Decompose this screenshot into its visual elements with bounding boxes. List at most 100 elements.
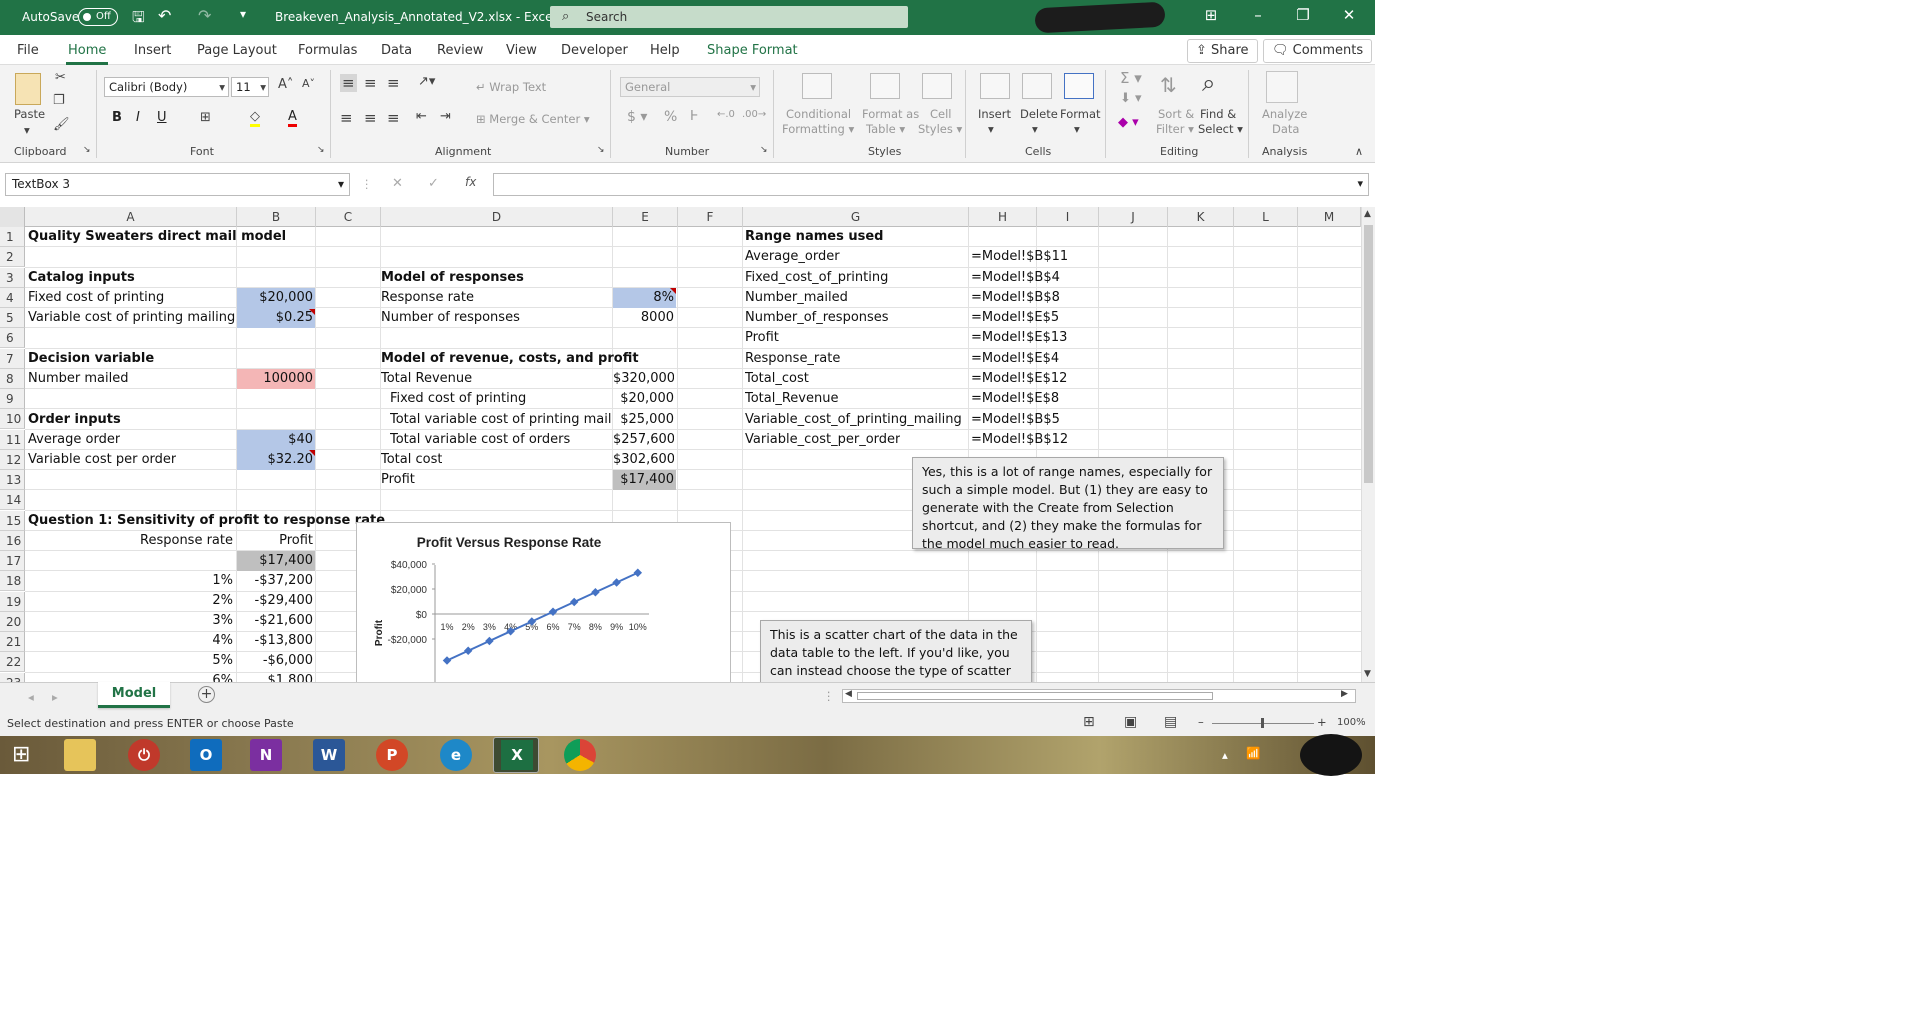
cell-A8[interactable]: Number mailed <box>28 369 128 389</box>
sheet-tab-model[interactable]: Model <box>98 682 170 708</box>
conditional-formatting-icon[interactable] <box>802 73 832 99</box>
row-header-12[interactable]: 12 <box>0 449 25 470</box>
align-top-icon[interactable]: ≡ <box>340 74 357 92</box>
tab-help[interactable]: Help <box>650 43 680 58</box>
row-header-10[interactable]: 10 <box>0 409 25 430</box>
cell-A23[interactable]: 6% <box>28 671 233 682</box>
cell-E4[interactable]: 8% <box>613 288 674 308</box>
autosum-icon[interactable]: Σ ▾ <box>1120 69 1142 87</box>
scroll-down-icon[interactable]: ▼ <box>1364 669 1371 679</box>
cell-B22[interactable]: -$6,000 <box>237 651 313 671</box>
format-cells-icon[interactable] <box>1064 73 1094 99</box>
cell-styles-icon[interactable] <box>922 73 952 99</box>
cell-H8[interactable]: =Model!$E$12 <box>971 369 1067 389</box>
currency-icon[interactable]: $ ▾ <box>627 109 647 125</box>
network-icon[interactable]: 📶 <box>1246 746 1260 760</box>
cut-icon[interactable]: ✂ <box>55 70 66 85</box>
cell-B18[interactable]: -$37,200 <box>237 571 313 591</box>
row-header-9[interactable]: 9 <box>0 389 25 409</box>
increase-decimal-icon[interactable]: ←.0 <box>717 109 735 120</box>
cell-B21[interactable]: -$13,800 <box>237 631 313 651</box>
cell-A11[interactable]: Average order <box>28 430 120 450</box>
save-icon[interactable]: 🖫 <box>132 7 145 32</box>
cell-D10[interactable]: Total variable cost of printing mailin <box>390 410 612 430</box>
cell-B12[interactable]: $32.20 <box>237 450 314 470</box>
cell-A7[interactable]: Decision variable <box>28 349 154 369</box>
cell-D11[interactable]: Total variable cost of orders <box>390 430 570 450</box>
delete-cells-icon[interactable] <box>1022 73 1052 99</box>
ribbon-display-icon[interactable]: ⊞ <box>1196 6 1226 28</box>
spreadsheet-grid[interactable]: ABCDEFGHIJKLM 1 2 3 4 5 6 7 8 9 10 11 12 13 14 15 16 17 1… <box>0 207 1361 682</box>
borders-icon[interactable]: ⊞ <box>200 110 211 125</box>
column-header-k[interactable]: K <box>1168 207 1234 227</box>
tab-formulas[interactable]: Formulas <box>298 43 357 58</box>
customize-qat-icon[interactable]: ▾ <box>240 7 246 21</box>
chevron-down-icon[interactable]: ▾ <box>1074 122 1080 136</box>
vertical-scrollbar[interactable]: ▲ ▼ <box>1361 207 1375 682</box>
percent-icon[interactable]: % <box>664 109 677 125</box>
font-name-select[interactable]: Calibri (Body) ▾ <box>104 77 229 97</box>
cell-A21[interactable]: 4% <box>28 631 233 651</box>
cell-G11[interactable]: Variable_cost_per_order <box>745 430 900 450</box>
tab-data[interactable]: Data <box>381 43 412 58</box>
autosave-toggle[interactable]: Off <box>78 8 118 26</box>
cell-B4[interactable]: $20,000 <box>237 288 313 308</box>
scroll-left-icon[interactable]: ◀ <box>845 689 852 699</box>
cell-B23[interactable]: $1,800 <box>237 671 314 682</box>
cell-A19[interactable]: 2% <box>28 591 233 611</box>
sort-filter-label-2[interactable]: Filter ▾ <box>1156 122 1194 136</box>
column-header-f[interactable]: F <box>678 207 743 227</box>
tab-insert[interactable]: Insert <box>134 43 171 58</box>
row-header-6[interactable]: 6 <box>0 328 25 349</box>
formula-input[interactable]: ▾ <box>493 173 1369 196</box>
outlook-icon[interactable]: O <box>190 739 222 771</box>
cell-E9[interactable]: $20,000 <box>613 389 674 409</box>
scroll-right-icon[interactable]: ▶ <box>1341 689 1348 699</box>
cell-B17[interactable]: $17,400 <box>237 551 313 571</box>
cell-G1[interactable]: Range names used <box>745 227 883 247</box>
orientation-icon[interactable]: ↗▾ <box>418 74 435 89</box>
format-as-table-icon[interactable] <box>870 73 900 99</box>
tab-developer[interactable]: Developer <box>561 43 628 58</box>
zoom-in-icon[interactable]: + <box>1317 715 1327 729</box>
next-sheet-icon[interactable]: ▸ <box>52 690 58 704</box>
edge-icon[interactable]: e <box>440 739 472 771</box>
share-button[interactable]: ⇪ Share <box>1187 39 1258 63</box>
cell-H11[interactable]: =Model!$B$12 <box>971 430 1068 450</box>
word-icon[interactable]: W <box>313 739 345 771</box>
cell-A10[interactable]: Order inputs <box>28 410 121 430</box>
column-header-e[interactable]: E <box>613 207 678 227</box>
row-header-18[interactable]: 18 <box>0 571 25 592</box>
clipboard-launcher-icon[interactable]: ↘ <box>83 145 91 155</box>
find-select-label-2[interactable]: Select ▾ <box>1198 122 1243 136</box>
cell-A3[interactable]: Catalog inputs <box>28 268 135 288</box>
align-left-icon[interactable]: ≡ <box>340 109 353 127</box>
bold-icon[interactable]: B <box>112 110 122 125</box>
insert-function-icon[interactable]: fx <box>465 175 476 189</box>
delete-cells-label[interactable]: Delete <box>1020 107 1058 121</box>
cell-H7[interactable]: =Model!$E$4 <box>971 349 1059 369</box>
tab-view[interactable]: View <box>506 43 537 58</box>
hscroll-thumb[interactable] <box>857 692 1213 700</box>
cell-A15[interactable]: Question 1: Sensitivity of profit to res… <box>28 511 385 531</box>
cell-H2[interactable]: =Model!$B$11 <box>971 247 1068 267</box>
row-header-3[interactable]: 3 <box>0 267 25 288</box>
range-names-textbox[interactable]: Yes, this is a lot of range names, espec… <box>912 457 1224 549</box>
row-header-17[interactable]: 17 <box>0 551 25 571</box>
analyze-data-label[interactable]: Analyze <box>1262 107 1307 121</box>
excel-taskbar-button[interactable]: X <box>493 737 539 773</box>
cell-A20[interactable]: 3% <box>28 611 233 631</box>
cell-E11[interactable]: $257,600 <box>613 430 674 450</box>
align-bottom-icon[interactable]: ≡ <box>387 74 400 92</box>
comments-button[interactable]: 🗨 Comments <box>1263 39 1373 63</box>
normal-view-icon[interactable]: ⊞ <box>1083 714 1095 730</box>
sort-filter-label[interactable]: Sort & <box>1158 107 1194 121</box>
cell-G3[interactable]: Fixed_cost_of_printing <box>745 268 888 288</box>
onenote-icon[interactable]: N <box>250 739 282 771</box>
column-header-b[interactable]: B <box>237 207 316 227</box>
format-as-table-label-2[interactable]: Table ▾ <box>866 122 905 136</box>
cell-H3[interactable]: =Model!$B$4 <box>971 268 1060 288</box>
tab-shape-format[interactable]: Shape Format <box>707 43 798 58</box>
number-launcher-icon[interactable]: ↘ <box>760 145 768 155</box>
cell-E13[interactable]: $17,400 <box>613 470 674 490</box>
